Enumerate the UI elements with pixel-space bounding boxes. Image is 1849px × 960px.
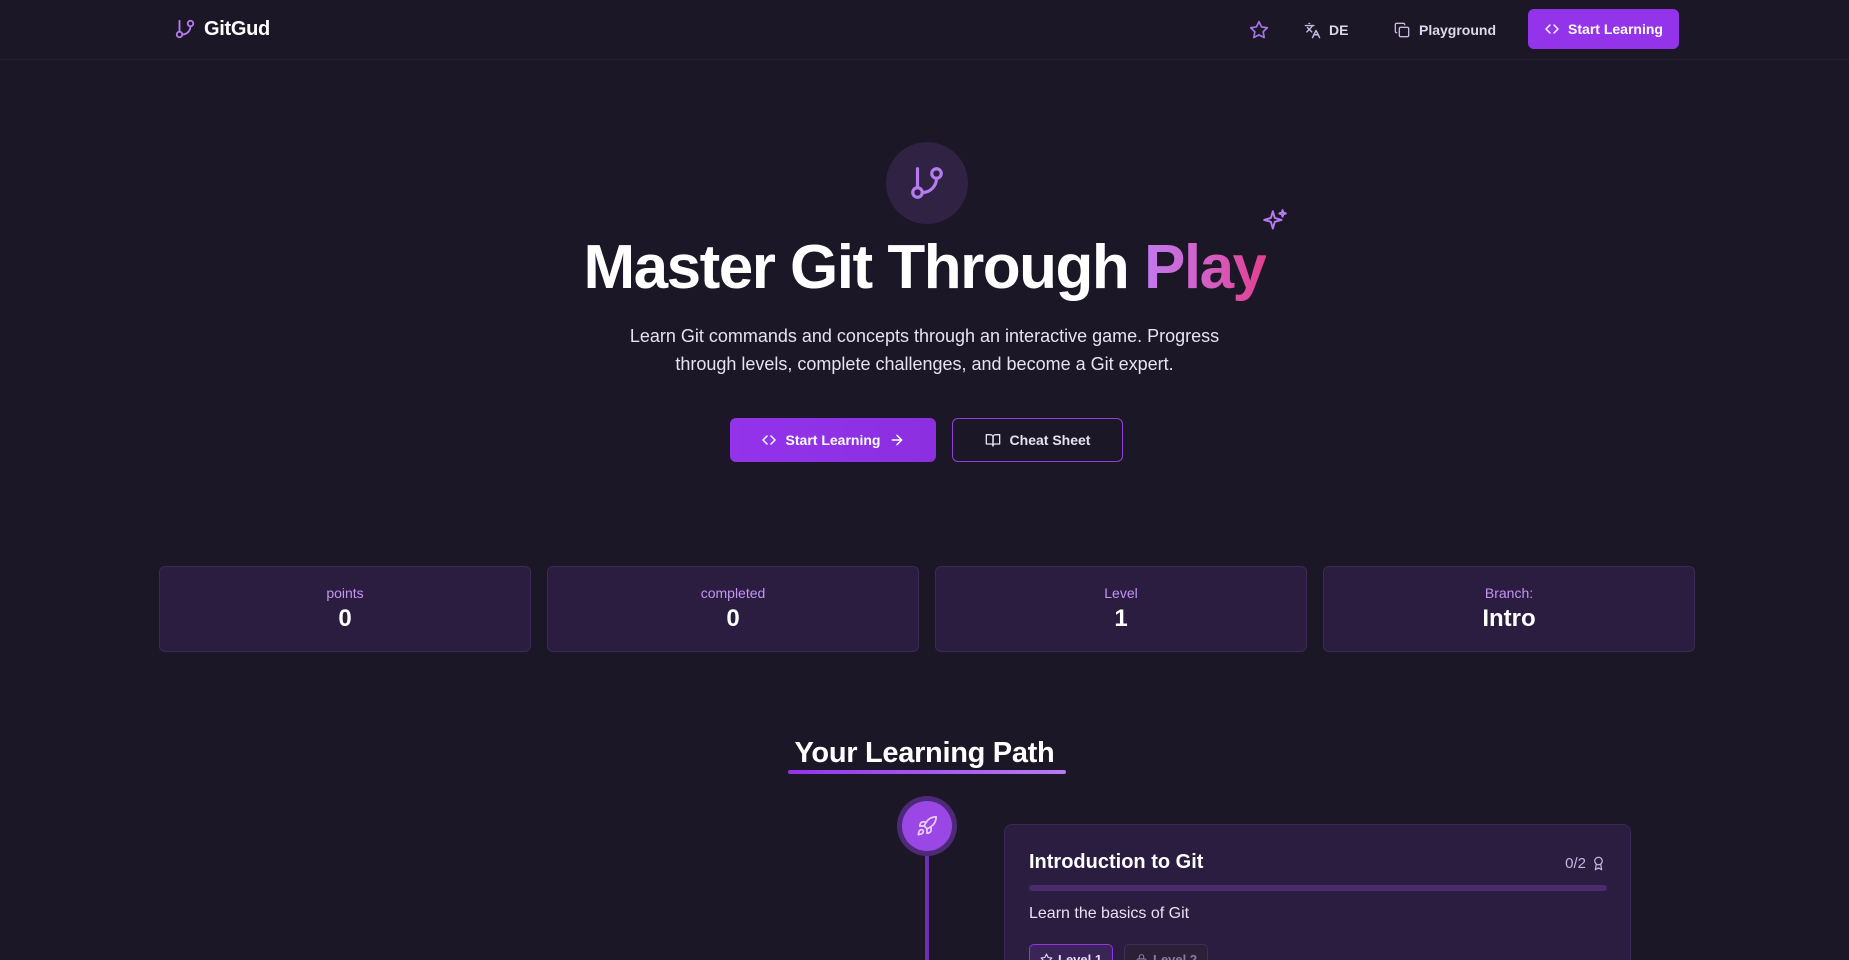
start-learning-button[interactable]: Start Learning bbox=[730, 418, 936, 462]
language-code: DE bbox=[1329, 22, 1349, 38]
language-switcher[interactable]: DE bbox=[1304, 17, 1348, 43]
lock-icon bbox=[1135, 953, 1148, 960]
hero-subtitle-line-2: through levels, complete challenges, and… bbox=[675, 354, 1174, 374]
git-branch-icon bbox=[174, 18, 196, 40]
stat-card-completed: completed 0 bbox=[547, 566, 919, 652]
playground-label: Playground bbox=[1419, 22, 1497, 38]
stat-value: 0 bbox=[338, 605, 352, 632]
hero-title-accent: Play bbox=[1143, 233, 1267, 302]
module-title: Introduction to Git bbox=[1029, 851, 1204, 873]
award-icon bbox=[1591, 856, 1606, 871]
hero-title-main: Master Git Through bbox=[583, 233, 1129, 302]
level-chip-label: Level 1 bbox=[1058, 951, 1103, 960]
timeline-node-intro[interactable] bbox=[897, 796, 957, 856]
stat-label: Level bbox=[1104, 585, 1138, 601]
header-start-learning-label: Start Learning bbox=[1568, 21, 1663, 37]
translate-icon bbox=[1304, 22, 1321, 39]
module-progress-count: 0/2 bbox=[1565, 855, 1586, 872]
learning-path-title: Your Learning Path bbox=[794, 737, 1055, 769]
cheat-sheet-label: Cheat Sheet bbox=[1009, 432, 1091, 448]
brand-logo[interactable]: GitGud bbox=[174, 16, 270, 42]
timeline-node-inner bbox=[902, 801, 952, 851]
sparkles-icon bbox=[1262, 208, 1288, 234]
star-icon bbox=[1040, 953, 1053, 960]
level-chip-label: Level 2 bbox=[1153, 951, 1198, 960]
star-icon bbox=[1249, 20, 1269, 40]
playground-link[interactable]: Playground bbox=[1394, 17, 1496, 43]
start-learning-label: Start Learning bbox=[785, 432, 881, 448]
copy-icon bbox=[1394, 22, 1410, 38]
stat-label: points bbox=[326, 585, 364, 601]
cheat-sheet-button[interactable]: Cheat Sheet bbox=[952, 418, 1123, 462]
level-chip-2[interactable]: Level 2 bbox=[1124, 944, 1209, 960]
git-branch-icon bbox=[908, 164, 946, 202]
code-icon bbox=[761, 432, 777, 448]
hero-branch-badge bbox=[886, 142, 968, 224]
module-card-intro[interactable]: Introduction to Git 0/2 Learn the basics… bbox=[1004, 824, 1631, 960]
module-description: Learn the basics of Git bbox=[1029, 905, 1190, 922]
level-chip-1[interactable]: Level 1 bbox=[1029, 944, 1114, 960]
book-open-icon bbox=[985, 432, 1001, 448]
module-progress-bar bbox=[1029, 885, 1607, 891]
hero-subtitle-line-1: Learn Git commands and concepts through … bbox=[629, 326, 1220, 346]
arrow-right-icon bbox=[889, 432, 905, 448]
stat-card-points: points 0 bbox=[159, 566, 531, 652]
title-underline bbox=[788, 770, 1066, 774]
hero-title: Master Git Through Play bbox=[0, 232, 1849, 304]
favorite-button[interactable] bbox=[1246, 17, 1272, 43]
top-navbar: GitGud DE Playground Start Learning bbox=[0, 0, 1849, 60]
stat-card-branch: Branch: Intro bbox=[1323, 566, 1695, 652]
hero-subtitle: Learn Git commands and concepts through … bbox=[0, 322, 1849, 378]
stat-value: 0 bbox=[726, 605, 740, 632]
stat-value: Intro bbox=[1482, 605, 1536, 632]
code-icon bbox=[1544, 21, 1560, 37]
header-start-learning-button[interactable]: Start Learning bbox=[1528, 9, 1679, 49]
stat-value: 1 bbox=[1114, 605, 1128, 632]
module-progress: 0/2 bbox=[1565, 855, 1606, 872]
stat-label: Branch: bbox=[1484, 585, 1534, 601]
stat-label: completed bbox=[700, 585, 766, 601]
brand-name: GitGud bbox=[204, 17, 270, 40]
stat-card-level: Level 1 bbox=[935, 566, 1307, 652]
timeline-connector bbox=[925, 850, 929, 960]
rocket-icon bbox=[916, 815, 938, 837]
